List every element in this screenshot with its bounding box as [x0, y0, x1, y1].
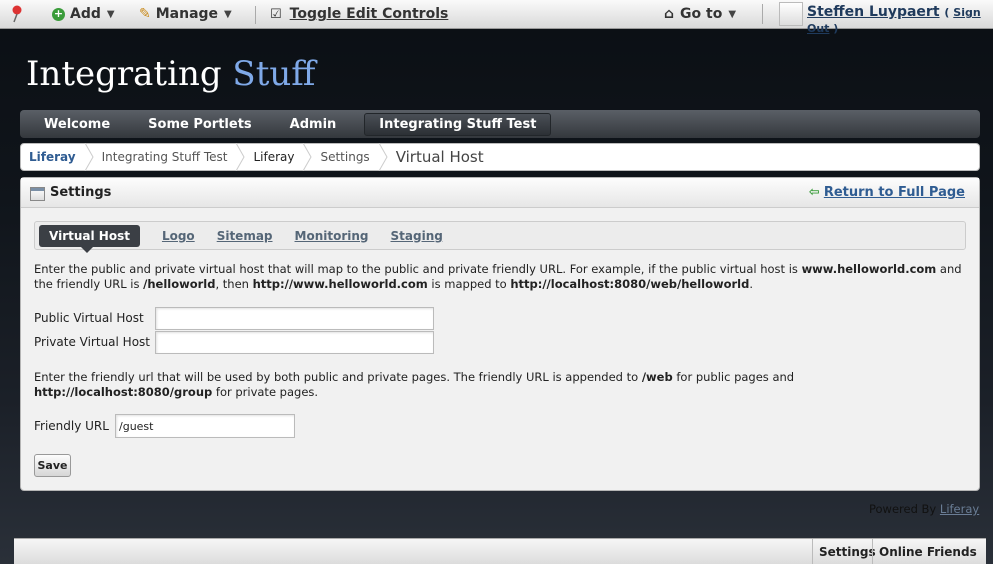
toggle-label: Toggle Edit Controls [289, 6, 449, 22]
settings-portlet: Settings ⇦ Return to Full Page Virtual Ho… [20, 177, 980, 491]
friendly-url-input[interactable] [115, 414, 295, 438]
dockbar: + Add ▼ ✎ Manage ▼ ☑ Toggle Edit Control… [0, 0, 993, 35]
private-virtual-host-label: Private Virtual Host [34, 335, 150, 349]
add-label: Add [70, 6, 101, 22]
caret-down-icon: ▼ [106, 8, 115, 20]
virtual-host-instructions: Enter the public and private virtual hos… [34, 262, 962, 291]
public-virtual-host-label: Public Virtual Host [34, 311, 144, 325]
breadcrumb-item[interactable]: Liferay [29, 150, 76, 164]
save-button[interactable]: Save [34, 454, 71, 477]
return-label: Return to Full Page [823, 185, 965, 200]
back-arrow-icon: ⇦ [808, 185, 820, 200]
breadcrumb-separator [302, 143, 313, 171]
nav-item-admin[interactable]: Admin [280, 113, 347, 136]
caret-down-icon: ▼ [224, 8, 232, 20]
settings-tabs: Virtual Host Logo Sitemap Monitoring Sta… [34, 221, 966, 253]
friendly-url-label: Friendly URL [34, 419, 109, 433]
manage-menu[interactable]: ✎ Manage ▼ [139, 6, 232, 22]
tab-virtual-host[interactable]: Virtual Host [39, 224, 140, 253]
breadcrumb-separator [378, 143, 388, 171]
site-title-accent: Stuff [232, 54, 316, 94]
window-icon [30, 187, 45, 201]
goto-menu[interactable]: ⌂ Go to ▼ [664, 6, 736, 22]
add-menu[interactable]: + Add ▼ [52, 6, 115, 22]
manage-label: Manage [155, 6, 219, 22]
breadcrumb-item[interactable]: Settings [320, 150, 369, 164]
pencil-icon: ✎ [139, 6, 151, 22]
breadcrumb: Liferay Integrating Stuff Test Liferay S… [20, 143, 980, 171]
private-virtual-host-input[interactable] [155, 331, 434, 354]
powered-by-label: Powered By [869, 502, 937, 516]
tab-sitemap[interactable]: Sitemap [217, 229, 273, 243]
portlet-header: Settings ⇦ Return to Full Page [21, 178, 979, 208]
separator [762, 4, 763, 24]
checkbox-icon: ☑ [270, 6, 282, 22]
breadcrumb-separator [235, 143, 246, 171]
bottom-dock: Settings Online Friends (0) [14, 538, 986, 564]
user-name-link[interactable]: Steffen Luypaert [807, 4, 940, 20]
portlet-title: Settings [50, 185, 112, 200]
breadcrumb-item[interactable]: Integrating Stuff Test [102, 150, 228, 164]
breadcrumb-current: Virtual Host [395, 148, 484, 166]
pin-icon[interactable] [10, 5, 24, 23]
breadcrumb-separator [84, 143, 94, 171]
caret-down-icon: ▼ [728, 8, 737, 20]
powered-by: Powered By Liferay [869, 502, 979, 516]
toggle-edit-controls[interactable]: ☑ Toggle Edit Controls [270, 6, 448, 22]
return-to-full-page-link[interactable]: ⇦ Return to Full Page [809, 185, 965, 200]
nav-item-integrating-stuff-test[interactable]: Integrating Stuff Test [364, 112, 552, 136]
public-virtual-host-input[interactable] [155, 307, 434, 330]
user-info: Steffen Luypaert ( Sign Out ) [807, 4, 981, 35]
main-navigation: Welcome Some Portlets Admin Integrating … [20, 110, 980, 138]
online-friends-button[interactable]: Online Friends (0) [872, 539, 986, 564]
breadcrumb-item[interactable]: Liferay [253, 150, 294, 164]
site-title[interactable]: Integrating Stuff [26, 54, 315, 94]
liferay-link[interactable]: Liferay [940, 502, 979, 516]
site-title-main: Integrating [26, 54, 222, 94]
nav-item-some-portlets[interactable]: Some Portlets [138, 113, 262, 136]
tab-logo[interactable]: Logo [162, 229, 195, 243]
avatar[interactable] [779, 2, 803, 26]
goto-label: Go to [680, 6, 723, 22]
tab-monitoring[interactable]: Monitoring [295, 229, 369, 243]
tab-staging[interactable]: Staging [391, 229, 443, 243]
nav-item-welcome[interactable]: Welcome [34, 113, 120, 136]
home-icon: ⌂ [664, 6, 675, 22]
friendly-url-instructions: Enter the friendly url that will be used… [34, 370, 795, 399]
add-icon: + [52, 6, 65, 21]
separator [255, 6, 256, 24]
